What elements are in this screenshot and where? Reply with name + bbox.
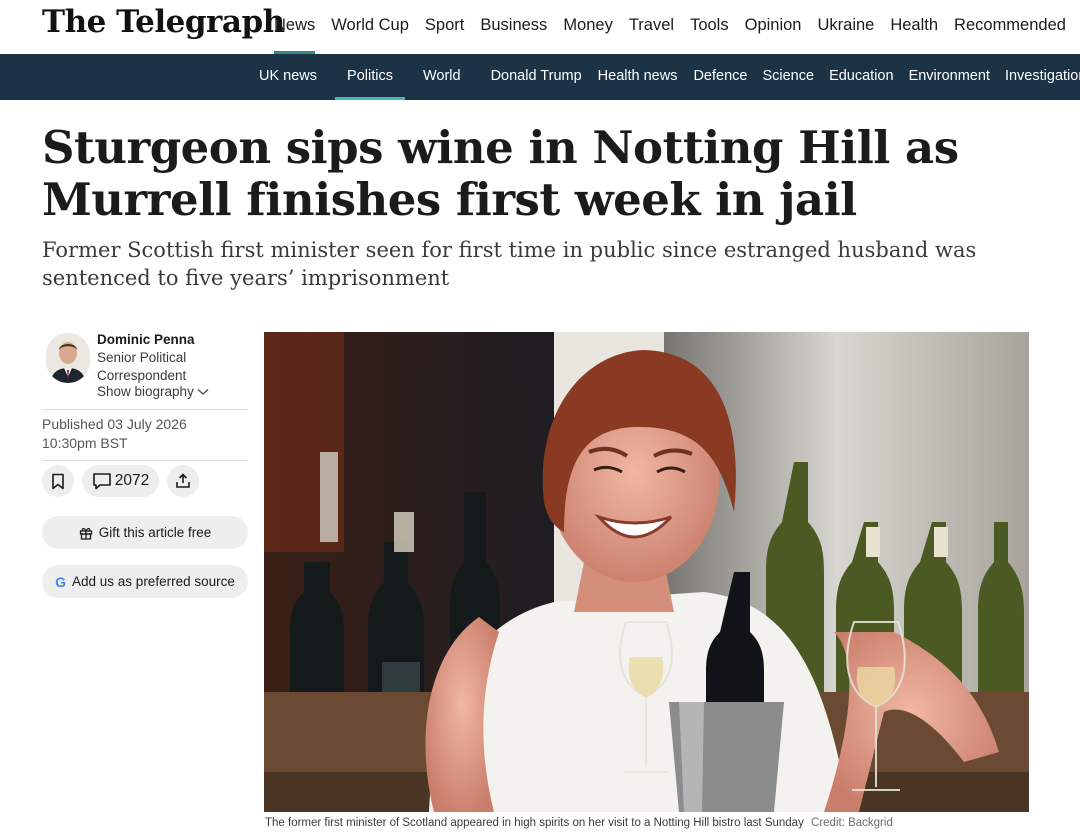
- subnav-item-environment[interactable]: Environment: [909, 54, 990, 100]
- published-date: Published 03 July 2026 10:30pm BST: [42, 415, 242, 453]
- nav-item-sport[interactable]: Sport: [425, 0, 464, 54]
- primary-nav: News World Cup Sport Business Money Trav…: [274, 0, 1080, 54]
- nav-item-tools[interactable]: Tools: [690, 0, 729, 54]
- telegraph-logo[interactable]: The Telegraph: [42, 4, 285, 40]
- section-nav-list: UK news Politics World Donald Trump Heal…: [259, 54, 1080, 100]
- nav-item-world-cup[interactable]: World Cup: [331, 0, 409, 54]
- site-header: The Telegraph News World Cup Sport Busin…: [0, 0, 1080, 54]
- article-standfirst: Former Scottish first minister seen for …: [42, 238, 977, 290]
- show-biography-button[interactable]: Show biography: [97, 384, 209, 399]
- image-credit: Credit: Backgrid: [811, 817, 893, 829]
- google-icon: G: [55, 573, 67, 590]
- share-icon: [176, 473, 190, 488]
- comment-count: 2072: [114, 472, 150, 489]
- image-caption: The former first minister of Scotland ap…: [265, 817, 1065, 829]
- nav-item-money[interactable]: Money: [563, 0, 613, 54]
- bookmark-icon: [52, 473, 64, 489]
- subnav-item-politics[interactable]: Politics: [335, 54, 405, 100]
- subnav-item-donald-trump[interactable]: Donald Trump: [491, 54, 582, 100]
- show-biography-label: Show biography: [97, 384, 194, 399]
- author-name[interactable]: Dominic Penna: [97, 332, 195, 347]
- caption-text: The former first minister of Scotland ap…: [265, 817, 804, 829]
- author-photo-icon: [46, 333, 90, 383]
- bookmark-button[interactable]: [42, 465, 74, 497]
- divider: [42, 409, 248, 410]
- nav-item-ukraine[interactable]: Ukraine: [817, 0, 874, 54]
- nav-item-recommended[interactable]: Recommended: [954, 0, 1066, 54]
- subnav-item-defence[interactable]: Defence: [693, 54, 747, 100]
- chevron-down-icon: [197, 388, 209, 395]
- author-avatar[interactable]: [46, 333, 90, 383]
- author-role: Senior Political Correspondent: [97, 350, 187, 383]
- subnav-item-world[interactable]: World: [423, 54, 461, 100]
- gift-article-label: Gift this article free: [98, 525, 212, 540]
- gift-icon: [79, 527, 92, 540]
- preferred-source-button[interactable]: G Add us as preferred source: [42, 565, 248, 598]
- subnav-item-investigations[interactable]: Investigations: [1005, 54, 1080, 100]
- subnav-item-science[interactable]: Science: [762, 54, 814, 100]
- share-button[interactable]: [167, 465, 199, 497]
- article-hero-image[interactable]: [264, 332, 1029, 812]
- published-time-line: 10:30pm BST: [42, 435, 128, 451]
- subnav-item-education[interactable]: Education: [829, 54, 894, 100]
- comments-button[interactable]: 2072: [82, 465, 159, 497]
- divider: [42, 460, 248, 461]
- gift-article-button[interactable]: Gift this article free: [42, 516, 248, 549]
- comment-icon: [92, 473, 111, 490]
- section-nav: UK news Politics World Donald Trump Heal…: [0, 54, 1080, 100]
- nav-item-news[interactable]: News: [274, 0, 316, 54]
- published-date-line: Published 03 July 2026: [42, 416, 187, 432]
- hero-photo: [264, 332, 1029, 812]
- nav-item-health[interactable]: Health: [890, 0, 938, 54]
- nav-item-opinion[interactable]: Opinion: [745, 0, 802, 54]
- nav-item-business[interactable]: Business: [480, 0, 547, 54]
- subnav-item-uk-news[interactable]: UK news: [259, 54, 317, 100]
- article-headline: Sturgeon sips wine in Notting Hill as Mu…: [42, 121, 959, 226]
- nav-item-travel[interactable]: Travel: [629, 0, 674, 54]
- preferred-source-label: Add us as preferred source: [72, 574, 235, 589]
- subnav-item-health-news[interactable]: Health news: [598, 54, 678, 100]
